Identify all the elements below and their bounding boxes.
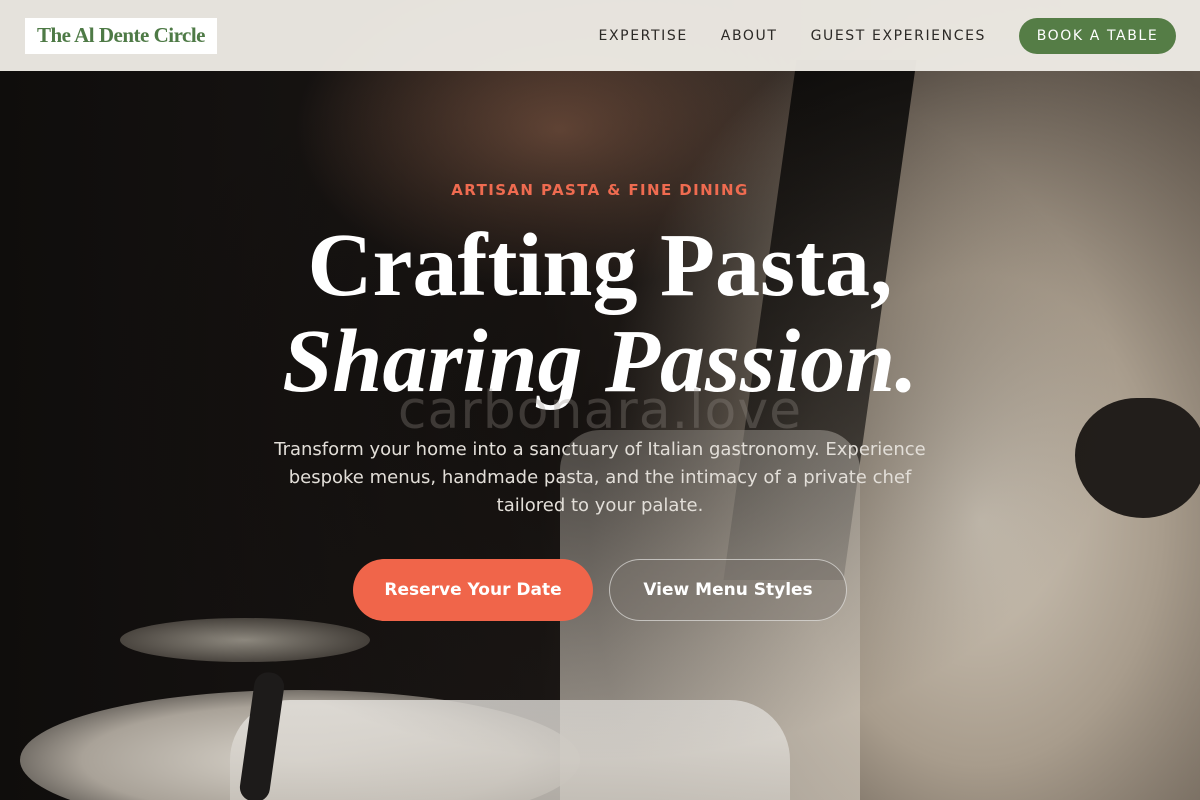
hero-eyebrow: ARTISAN PASTA & FINE DINING [451, 181, 749, 199]
hero-cta-row: Reserve Your Date View Menu Styles [0, 559, 1200, 621]
watermark-text: carbonara.love [397, 381, 803, 441]
reserve-your-date-button[interactable]: Reserve Your Date [353, 559, 593, 621]
hero-headline-line1: Crafting Pasta, [307, 216, 893, 315]
hero-content: ARTISAN PASTA & FINE DINING Crafting Pas… [0, 0, 1200, 800]
hero-description: Transform your home into a sanctuary of … [274, 439, 926, 516]
view-menu-styles-button[interactable]: View Menu Styles [609, 559, 847, 621]
